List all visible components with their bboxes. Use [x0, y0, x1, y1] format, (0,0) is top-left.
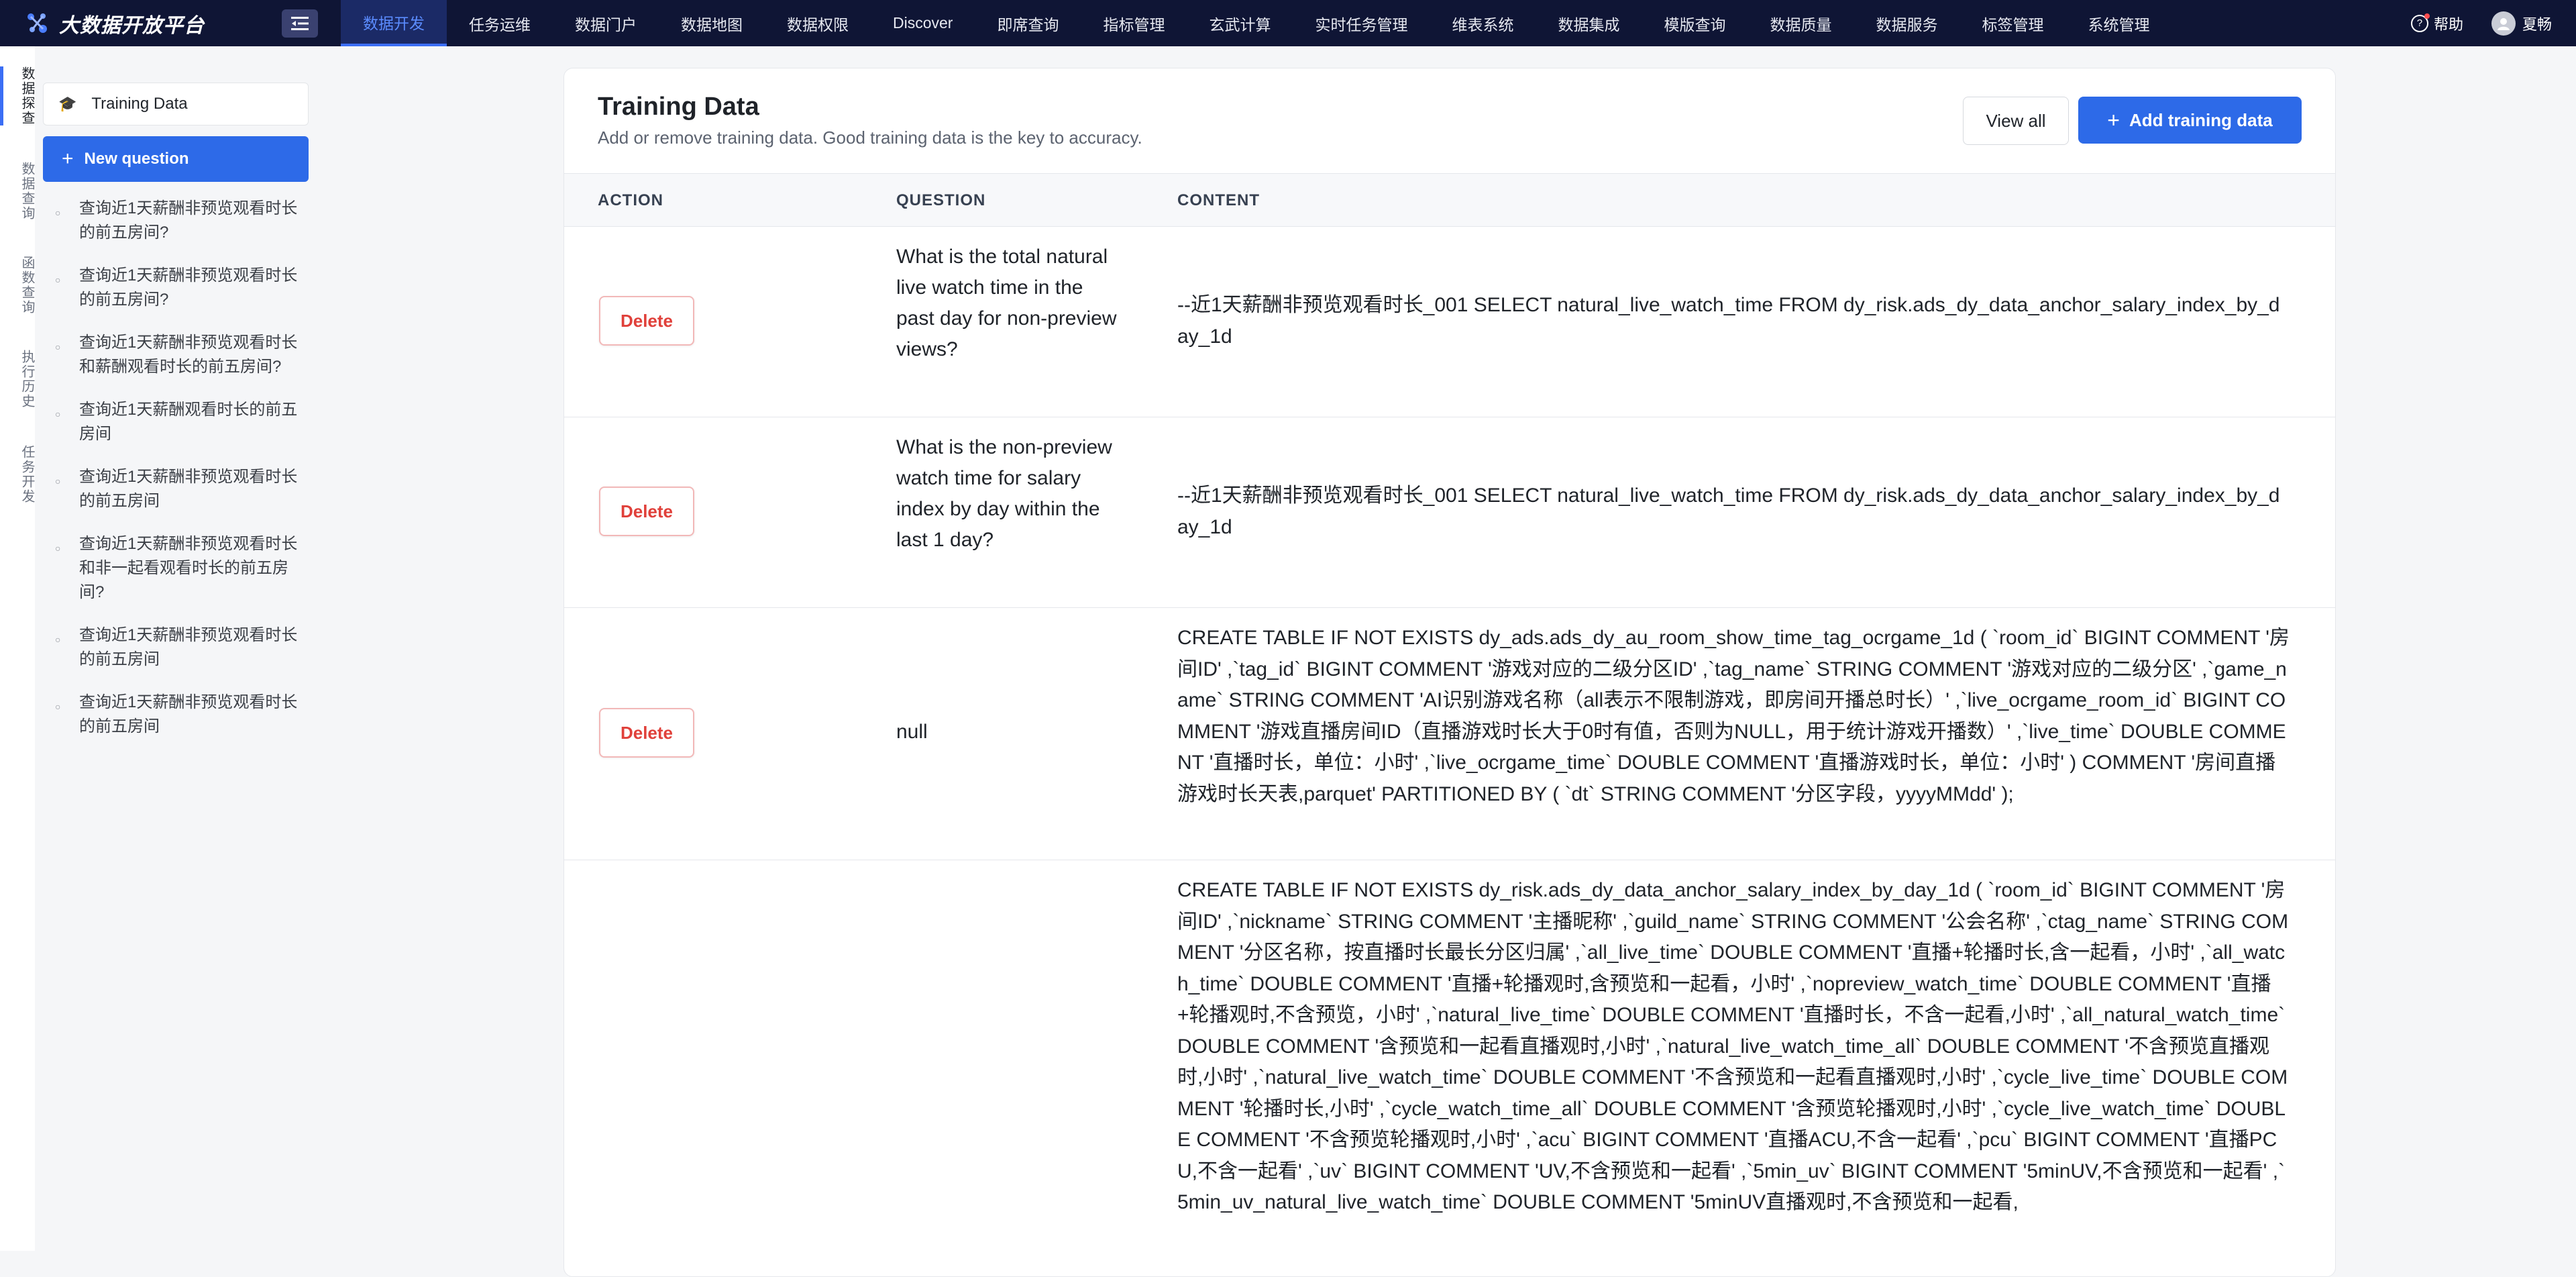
- add-training-data-button[interactable]: + Add training data: [2078, 97, 2302, 144]
- nav-item-discover[interactable]: Discover: [871, 0, 975, 46]
- table-row: Delete What is the non-preview watch tim…: [564, 417, 2335, 608]
- top-right-actions: ? 帮助 夏畅: [2410, 0, 2552, 46]
- question-cell: What is the non-preview watch time for s…: [896, 436, 1112, 551]
- training-data-link[interactable]: 🎓 Training Data: [43, 83, 309, 125]
- side-rail: 数据探查 数据查询 函数查询 执行历史 任务开发: [0, 46, 36, 1251]
- question-text: 查询近1天薪酬非预览观看时长的前五房间?: [79, 266, 298, 309]
- question-text: 查询近1天薪酬非预览观看时长的前五房间?: [79, 199, 298, 242]
- nav-item-data-service[interactable]: 数据服务: [1854, 0, 1960, 46]
- new-question-button[interactable]: + New question: [43, 136, 309, 182]
- help-label: 帮助: [2433, 15, 2463, 33]
- content-cell: --近1天薪酬非预览观看时长_001 SELECT natural_live_w…: [1177, 294, 2280, 348]
- question-text: 查询近1天薪酬非预览观看时长和非一起看观看时长的前五房间?: [79, 535, 298, 601]
- content-cell: CREATE TABLE IF NOT EXISTS dy_risk.ads_d…: [1177, 879, 2289, 1213]
- chat-bubble-icon: ○: [55, 274, 61, 285]
- delete-button[interactable]: Delete: [599, 296, 694, 346]
- menu-fold-icon: [291, 17, 309, 30]
- menu-toggle-button[interactable]: [282, 9, 318, 38]
- chat-bubble-icon: ○: [55, 701, 61, 712]
- list-item[interactable]: ○ 查询近1天薪酬非预览观看时长的前五房间: [55, 691, 317, 739]
- list-item[interactable]: ○ 查询近1天薪酬非预览观看时长和薪酬观看时长的前五房间?: [55, 331, 317, 379]
- nav-item-system-mgmt[interactable]: 系统管理: [2065, 0, 2171, 46]
- table-header: ACTION QUESTION CONTENT: [564, 173, 2335, 227]
- nav-item-realtime-task[interactable]: 实时任务管理: [1293, 0, 1430, 46]
- page-subtitle: Add or remove training data. Good traini…: [598, 127, 1142, 148]
- list-item[interactable]: ○ 查询近1天薪酬观看时长的前五房间: [55, 398, 317, 446]
- question-text: 查询近1天薪酬非预览观看时长和薪酬观看时长的前五房间?: [79, 334, 298, 376]
- training-data-card: Training Data Add or remove training dat…: [564, 68, 2336, 1277]
- column-header-question: QUESTION: [896, 191, 986, 209]
- rail-item-function-query[interactable]: 函数查询: [0, 256, 35, 315]
- nav-item-xuanwu-compute[interactable]: 玄武计算: [1187, 0, 1293, 46]
- nav-item-tag-mgmt[interactable]: 标签管理: [1960, 0, 2065, 46]
- help-icon: ?: [2410, 13, 2430, 32]
- column-header-action: ACTION: [598, 191, 663, 209]
- question-cell: null: [896, 721, 928, 743]
- nav-item-dim-table[interactable]: 维表系统: [1430, 0, 1536, 46]
- new-question-label: New question: [84, 150, 189, 168]
- chat-bubble-icon: ○: [55, 207, 61, 218]
- chat-bubble-icon: ○: [55, 476, 61, 487]
- help-button[interactable]: ? 帮助: [2410, 13, 2463, 34]
- plus-icon: +: [62, 148, 74, 170]
- add-training-data-label: Add training data: [2129, 109, 2273, 130]
- rail-item-data-explore[interactable]: 数据探查: [0, 66, 35, 125]
- chat-bubble-icon: ○: [55, 634, 61, 645]
- rail-item-task-dev[interactable]: 任务开发: [0, 445, 35, 504]
- plus-icon: +: [2107, 107, 2120, 132]
- list-item[interactable]: ○ 查询近1天薪酬非预览观看时长和非一起看观看时长的前五房间?: [55, 532, 317, 605]
- graduation-cap-icon: 🎓: [58, 95, 77, 112]
- training-data-label: Training Data: [91, 95, 188, 113]
- logo-icon: [28, 13, 47, 33]
- content-cell: CREATE TABLE IF NOT EXISTS dy_ads.ads_dy…: [1177, 627, 2290, 805]
- nav-item-data-quality[interactable]: 数据质量: [1748, 0, 1854, 46]
- list-item[interactable]: ○ 查询近1天薪酬非预览观看时长的前五房间?: [55, 264, 317, 312]
- avatar: [2491, 11, 2516, 36]
- list-item[interactable]: ○ 查询近1天薪酬非预览观看时长的前五房间: [55, 465, 317, 513]
- nav-item-data-portal[interactable]: 数据门户: [553, 0, 659, 46]
- nav-item-metric-mgmt[interactable]: 指标管理: [1081, 0, 1187, 46]
- delete-button[interactable]: Delete: [599, 708, 694, 758]
- main-nav: 数据开发 任务运维 数据门户 数据地图 数据权限 Discover 即席查询 指…: [341, 0, 2171, 46]
- user-icon: [2497, 17, 2510, 30]
- nav-item-data-permission[interactable]: 数据权限: [765, 0, 871, 46]
- list-item[interactable]: ○ 查询近1天薪酬非预览观看时长的前五房间?: [55, 197, 317, 245]
- column-header-content: CONTENT: [1177, 191, 1260, 209]
- delete-button[interactable]: Delete: [599, 487, 694, 536]
- question-sidebar: 🎓 Training Data + New question ○ 查询近1天薪酬…: [35, 46, 317, 1251]
- list-item[interactable]: ○ 查询近1天薪酬非预览观看时长的前五房间: [55, 623, 317, 672]
- rail-item-data-query[interactable]: 数据查询: [0, 162, 35, 221]
- top-navbar: 大数据开放平台 数据开发 任务运维 数据门户 数据地图 数据权限 Discove…: [0, 0, 2576, 46]
- nav-item-task-ops[interactable]: 任务运维: [447, 0, 553, 46]
- rail-item-exec-history[interactable]: 执行历史: [0, 350, 35, 409]
- content-cell: --近1天薪酬非预览观看时长_001 SELECT natural_live_w…: [1177, 484, 2280, 538]
- table-row: Delete null CREATE TABLE IF NOT EXISTS d…: [564, 608, 2335, 860]
- question-history-list: ○ 查询近1天薪酬非预览观看时长的前五房间? ○ 查询近1天薪酬非预览观看时长的…: [55, 197, 317, 758]
- nav-item-data-dev[interactable]: 数据开发: [341, 0, 447, 46]
- table-row: Delete What is the total natural live wa…: [564, 227, 2335, 417]
- card-header: Training Data Add or remove training dat…: [564, 68, 2335, 173]
- question-text: 查询近1天薪酬非预览观看时长的前五房间: [79, 626, 298, 668]
- user-menu[interactable]: 夏畅: [2491, 11, 2552, 36]
- brand-name: 大数据开放平台: [59, 14, 205, 37]
- nav-item-template-query[interactable]: 模版查询: [1642, 0, 1748, 46]
- chat-bubble-icon: ○: [55, 342, 61, 352]
- table-row: CREATE TABLE IF NOT EXISTS dy_risk.ads_d…: [564, 860, 2335, 1276]
- page-title: Training Data: [598, 93, 759, 121]
- question-cell: What is the total natural live watch tim…: [896, 246, 1117, 360]
- nav-item-adhoc-query[interactable]: 即席查询: [975, 0, 1081, 46]
- question-text: 查询近1天薪酬非预览观看时长的前五房间: [79, 693, 298, 735]
- chat-bubble-icon: ○: [55, 543, 61, 554]
- view-all-button[interactable]: View all: [1963, 97, 2069, 145]
- question-text: 查询近1天薪酬观看时长的前五房间: [79, 401, 298, 443]
- nav-item-data-integration[interactable]: 数据集成: [1536, 0, 1642, 46]
- user-name: 夏畅: [2522, 15, 2552, 33]
- chat-bubble-icon: ○: [55, 409, 61, 419]
- question-text: 查询近1天薪酬非预览观看时长的前五房间: [79, 468, 298, 510]
- brand[interactable]: 大数据开放平台: [0, 9, 275, 38]
- nav-item-data-map[interactable]: 数据地图: [659, 0, 765, 46]
